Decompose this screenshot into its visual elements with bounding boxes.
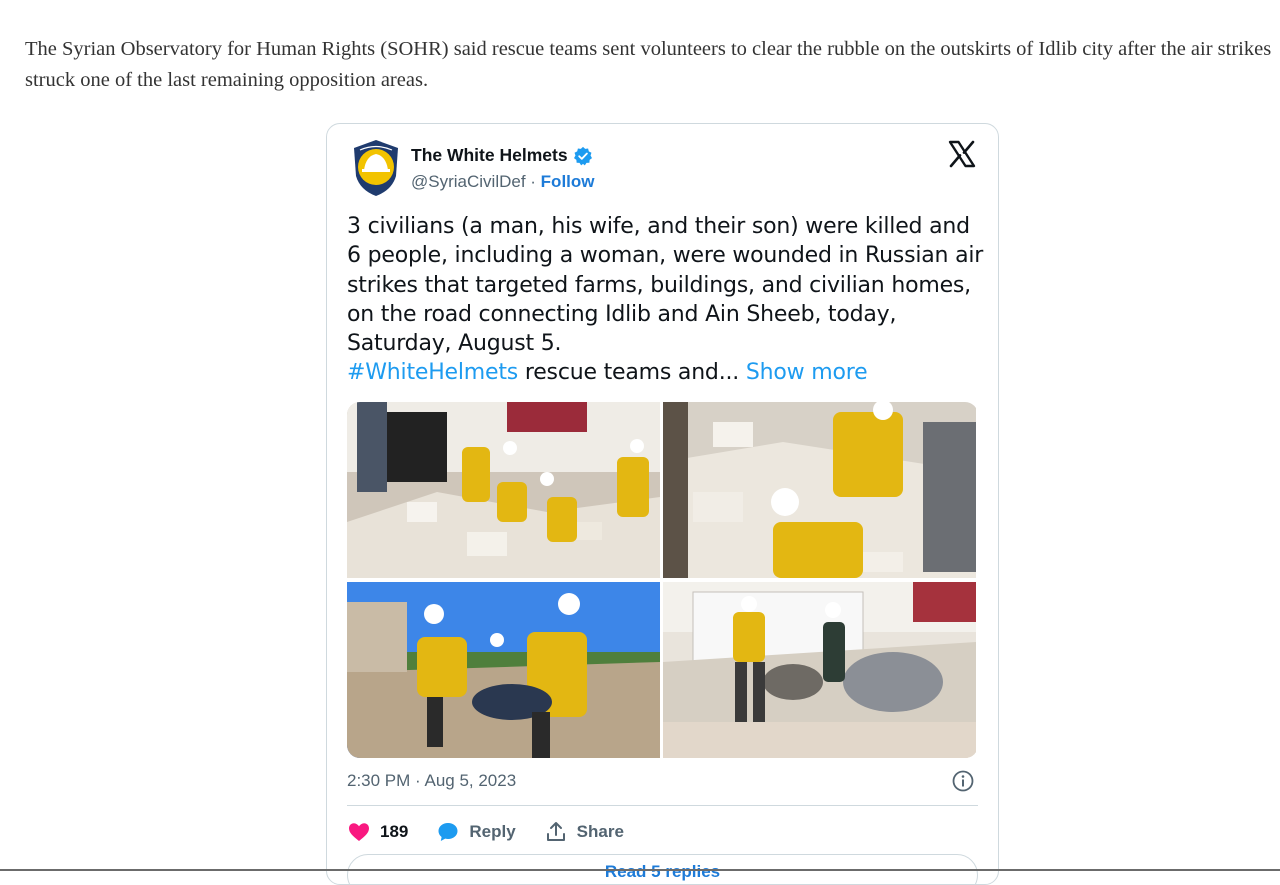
share-button[interactable]: Share <box>544 820 624 844</box>
hashtag-link[interactable]: #WhiteHelmets <box>347 360 518 385</box>
x-logo-icon[interactable] <box>947 139 977 169</box>
tweet-photo-3[interactable] <box>347 582 660 758</box>
author-meta: @SyriaCivilDef · Follow <box>411 172 595 192</box>
white-helmets-avatar[interactable] <box>350 138 402 198</box>
like-count: 189 <box>380 822 409 841</box>
tweet-photo-2[interactable] <box>663 402 976 578</box>
heart-icon <box>349 823 369 841</box>
speech-bubble-icon <box>438 823 458 841</box>
meta-separator: · <box>525 172 541 191</box>
tweet-photo-1[interactable] <box>347 402 660 578</box>
tweet-actions: 189 Reply Share <box>347 818 652 846</box>
article-paragraph: The Syrian Observatory for Human Rights … <box>25 37 1272 91</box>
author-handle[interactable]: @SyriaCivilDef <box>411 172 526 191</box>
author-name-text[interactable]: The White Helmets <box>411 145 568 166</box>
share-label: Share <box>576 822 624 841</box>
verified-badge-icon <box>573 146 593 166</box>
tweet-timestamp[interactable]: 2:30 PM · Aug 5, 2023 <box>347 771 516 791</box>
reply-label: Reply <box>469 822 516 841</box>
info-icon[interactable] <box>951 769 975 793</box>
follow-button[interactable]: Follow <box>541 172 595 191</box>
tweet-divider <box>347 805 978 806</box>
tweet-photo-4[interactable] <box>663 582 976 758</box>
tweet-text-main: 3 civilians (a man, his wife, and their … <box>347 214 984 357</box>
tweet-text-trailing: rescue teams and... <box>518 360 746 386</box>
like-button[interactable]: 189 <box>347 820 408 844</box>
share-upload-icon <box>546 822 565 841</box>
reply-button[interactable]: Reply <box>436 820 516 844</box>
tweet-photo-grid <box>347 402 978 758</box>
show-more-link[interactable]: Show more <box>746 360 868 385</box>
tweet-text: 3 civilians (a man, his wife, and their … <box>347 212 987 388</box>
embedded-tweet[interactable]: The White Helmets @SyriaCivilDef · Follo… <box>326 123 999 885</box>
author-name[interactable]: The White Helmets <box>411 145 593 166</box>
